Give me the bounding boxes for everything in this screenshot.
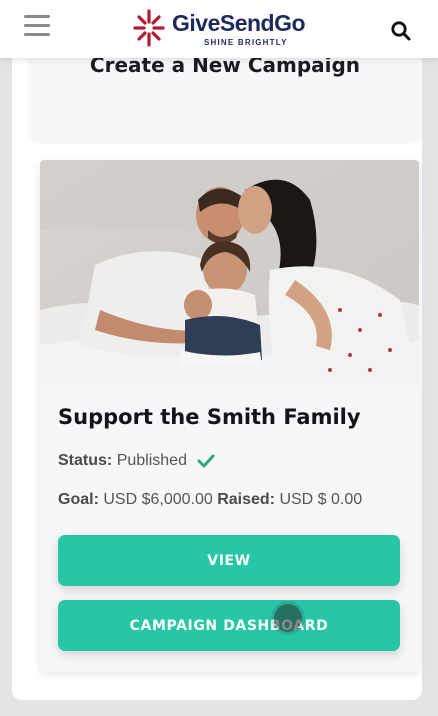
- view-button[interactable]: VIEW: [58, 535, 400, 586]
- campaign-photo[interactable]: [40, 160, 419, 385]
- top-navbar: GiveSendGo SHINE BRIGHTLY: [0, 0, 438, 58]
- campaign-title[interactable]: Support the Smith Family: [58, 405, 361, 429]
- goal-label: Goal:: [58, 491, 99, 508]
- status-label: Status:: [58, 452, 113, 469]
- campaign-card: Support the Smith Family Status: Publish…: [40, 160, 419, 672]
- raised-value: USD $ 0.00: [279, 491, 363, 508]
- brand-tagline: SHINE BRIGHTLY: [204, 38, 288, 47]
- menu-bar: [24, 24, 50, 27]
- hamburger-menu-icon[interactable]: [24, 15, 50, 39]
- menu-bar: [24, 15, 50, 18]
- check-icon: [197, 454, 215, 468]
- raised-label: Raised:: [217, 491, 275, 508]
- brand-logo[interactable]: GiveSendGo SHINE BRIGHTLY: [132, 8, 332, 50]
- status-value: Published: [116, 452, 187, 469]
- touch-cursor-indicator: [274, 604, 302, 632]
- starburst-logo-icon: [133, 9, 165, 47]
- menu-bar: [24, 33, 50, 36]
- campaign-status: Status: Published: [58, 452, 215, 470]
- page-content: Create a New Campaign Support the Smith …: [12, 0, 422, 700]
- campaign-funding: Goal: USD $6,000.00 Raised: USD $ 0.00: [58, 491, 362, 509]
- campaign-dashboard-button[interactable]: CAMPAIGN DASHBOARD: [58, 600, 400, 651]
- brand-name: GiveSendGo: [172, 10, 306, 36]
- goal-value: USD $6,000.00: [103, 491, 213, 508]
- search-icon[interactable]: [390, 20, 412, 42]
